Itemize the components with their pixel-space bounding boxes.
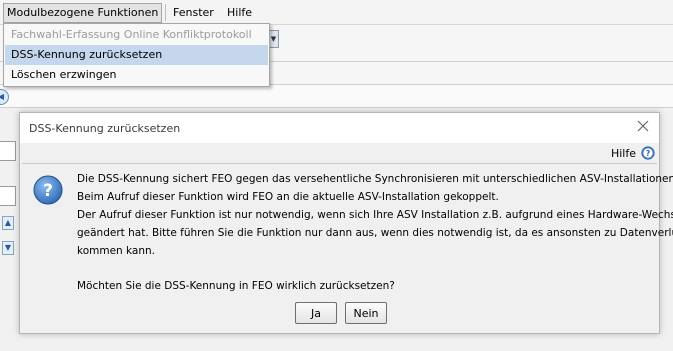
- close-icon[interactable]: [636, 119, 650, 133]
- dialog-title: DSS-Kennung zurücksetzen: [29, 122, 181, 135]
- background-field[interactable]: [0, 186, 16, 206]
- scroll-up-icon[interactable]: ▲: [2, 216, 14, 230]
- no-button[interactable]: Nein: [345, 302, 387, 324]
- message-line: Die DSS-Kennung sichert FEO gegen das ve…: [77, 173, 673, 185]
- help-link[interactable]: Hilfe: [611, 147, 636, 160]
- background-field[interactable]: [0, 141, 16, 161]
- menu-modulbezogene-funktionen[interactable]: Modulbezogene Funktionen: [3, 3, 163, 23]
- confirm-dialog: DSS-Kennung zurücksetzen Hilfe ? ? Die D…: [19, 112, 673, 334]
- yes-button[interactable]: Ja: [295, 302, 337, 324]
- dialog-titlebar: DSS-Kennung zurücksetzen: [20, 113, 659, 143]
- menubar: Modulbezogene Funktionen Fenster Hilfe: [0, 0, 673, 25]
- question-icon: ?: [33, 175, 63, 205]
- dropdown-menu: Fachwahl-Erfassung Online Konfliktprotok…: [3, 23, 270, 87]
- menu-hilfe[interactable]: Hilfe: [227, 6, 252, 20]
- menu-fenster[interactable]: Fenster: [173, 6, 214, 20]
- menu-item-dss-kennung-zuruecksetzen[interactable]: DSS-Kennung zurücksetzen: [5, 45, 268, 65]
- message-line: Der Aufruf dieser Funktion ist nur notwe…: [77, 209, 673, 221]
- filter-row: [0, 85, 673, 108]
- dialog-body: ? Die DSS-Kennung sichert FEO gegen das …: [22, 163, 673, 332]
- menu-separator: [165, 4, 166, 21]
- scroll-down-icon[interactable]: ▼: [2, 241, 14, 255]
- message-line: Beim Aufruf dieser Funktion wird FEO an …: [77, 191, 499, 203]
- confirmation-question: Möchten Sie die DSS-Kennung in FEO wirkl…: [77, 280, 395, 292]
- menu-item-loeschen-erzwingen[interactable]: Löschen erzwingen: [5, 65, 268, 85]
- dialog-help-row: Hilfe ?: [20, 143, 659, 163]
- message-line: kommen kann.: [77, 245, 156, 257]
- svg-text:?: ?: [43, 181, 53, 201]
- svg-text:?: ?: [646, 149, 650, 158]
- message-line: geändert hat. Bitte führen Sie die Funkt…: [77, 227, 673, 239]
- menu-item-fachwahl-konfliktprotokoll: Fachwahl-Erfassung Online Konfliktprotok…: [11, 28, 252, 41]
- help-icon[interactable]: ?: [641, 146, 655, 160]
